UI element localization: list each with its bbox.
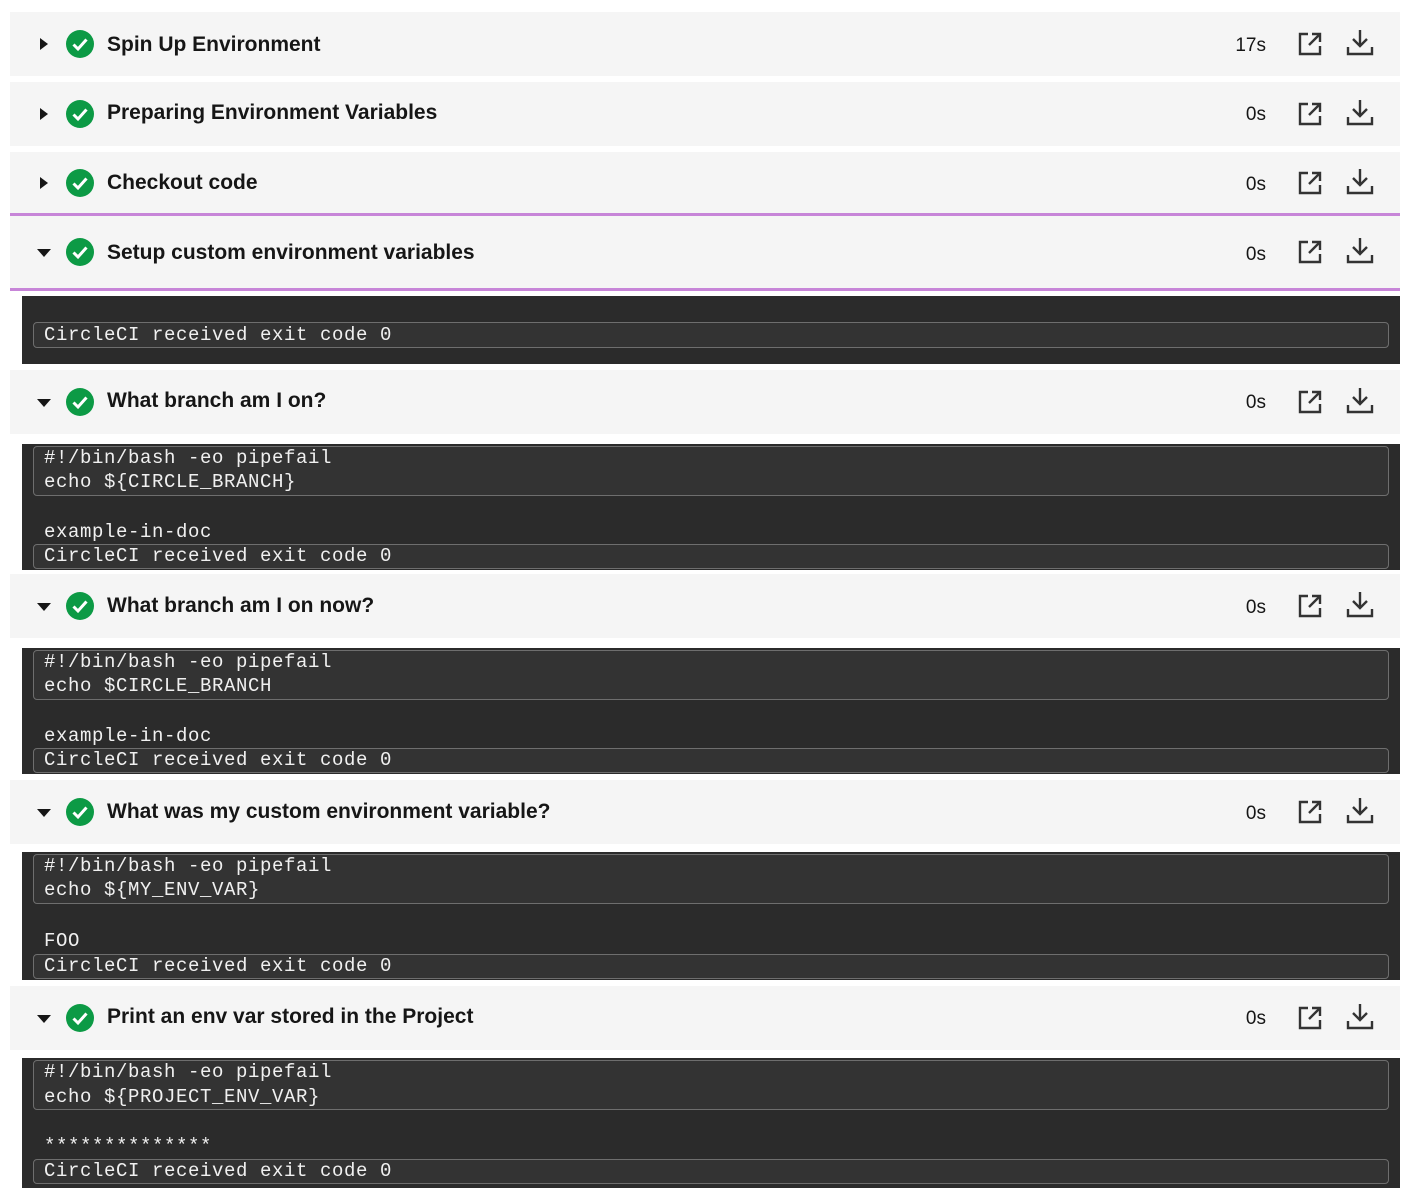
command-line: #!/bin/bash -eo pipefail: [44, 855, 333, 877]
open-external-icon[interactable]: [1294, 796, 1326, 828]
exit-code-line: CircleCI received exit code 0: [44, 324, 393, 346]
check-circle-icon: [66, 1004, 94, 1032]
caret-down-icon[interactable]: [34, 242, 54, 262]
caret-down-icon[interactable]: [34, 1008, 54, 1028]
caret-down-icon[interactable]: [34, 392, 54, 412]
open-external-icon[interactable]: [1294, 386, 1326, 418]
open-external-icon[interactable]: [1294, 236, 1326, 268]
step-title: Setup custom environment variables: [107, 241, 475, 264]
output-line: FOO: [44, 930, 81, 952]
step-duration: 0s: [1245, 392, 1266, 413]
caret-right-icon[interactable]: [34, 104, 54, 124]
command-line: echo ${PROJECT_ENV_VAR}: [44, 1086, 321, 1108]
caret-right-icon[interactable]: [34, 173, 54, 193]
check-circle-icon: [66, 592, 94, 620]
download-icon[interactable]: [1344, 26, 1376, 58]
open-external-icon[interactable]: [1294, 590, 1326, 622]
step-row[interactable]: Spin Up Environment 17s: [10, 12, 1400, 76]
step-output: #!/bin/bash -eo pipefail echo ${PROJECT_…: [22, 1058, 1400, 1188]
step-duration: 0s: [1245, 1008, 1266, 1029]
step-row[interactable]: Preparing Environment Variables 0s: [10, 82, 1400, 146]
step-title: What was my custom environment variable?: [107, 800, 551, 823]
caret-right-icon[interactable]: [34, 34, 54, 54]
download-icon[interactable]: [1344, 588, 1376, 620]
command-line: #!/bin/bash -eo pipefail: [44, 651, 333, 673]
step-row[interactable]: What branch am I on now? 0s: [10, 574, 1400, 638]
step-row[interactable]: Print an env var stored in the Project 0…: [10, 986, 1400, 1050]
step-row[interactable]: What branch am I on? 0s: [10, 370, 1400, 434]
check-circle-icon: [66, 100, 94, 128]
step-row-selected[interactable]: Setup custom environment variables 0s: [10, 213, 1400, 291]
exit-code-line: CircleCI received exit code 0: [44, 749, 393, 771]
step-title: What branch am I on?: [107, 389, 327, 412]
check-circle-icon: [66, 30, 94, 58]
step-output: CircleCI received exit code 0: [22, 296, 1400, 364]
download-icon[interactable]: [1344, 794, 1376, 826]
open-external-icon[interactable]: [1294, 28, 1326, 60]
caret-down-icon[interactable]: [34, 596, 54, 616]
step-title: Checkout code: [107, 171, 258, 194]
step-row[interactable]: Checkout code 0s: [10, 152, 1400, 214]
download-icon[interactable]: [1344, 1000, 1376, 1032]
download-icon[interactable]: [1344, 96, 1376, 128]
step-output: #!/bin/bash -eo pipefail echo ${MY_ENV_V…: [22, 852, 1400, 980]
open-external-icon[interactable]: [1294, 167, 1326, 199]
step-duration: 0s: [1245, 803, 1266, 824]
download-icon[interactable]: [1344, 165, 1376, 197]
step-duration: 17s: [1235, 35, 1266, 56]
command-line: echo $CIRCLE_BRANCH: [44, 675, 273, 697]
output-line: **************: [44, 1135, 213, 1157]
check-circle-icon: [66, 169, 94, 197]
exit-code-line: CircleCI received exit code 0: [44, 545, 393, 567]
open-external-icon[interactable]: [1294, 1002, 1326, 1034]
check-circle-icon: [66, 238, 94, 266]
command-line: #!/bin/bash -eo pipefail: [44, 1061, 333, 1083]
step-title: What branch am I on now?: [107, 594, 375, 617]
step-row[interactable]: What was my custom environment variable?…: [10, 780, 1400, 844]
step-title: Spin Up Environment: [107, 33, 321, 56]
download-icon[interactable]: [1344, 234, 1376, 266]
exit-code-line: CircleCI received exit code 0: [44, 955, 393, 977]
step-title: Print an env var stored in the Project: [107, 1005, 474, 1028]
output-line: example-in-doc: [44, 725, 213, 747]
open-external-icon[interactable]: [1294, 98, 1326, 130]
step-duration: 0s: [1245, 174, 1266, 195]
exit-code-line: CircleCI received exit code 0: [44, 1160, 393, 1182]
step-title: Preparing Environment Variables: [107, 101, 438, 124]
command-line: echo ${MY_ENV_VAR}: [44, 879, 261, 901]
step-output: #!/bin/bash -eo pipefail echo $CIRCLE_BR…: [22, 648, 1400, 774]
command-line: echo ${CIRCLE_BRANCH}: [44, 471, 297, 493]
command-line: #!/bin/bash -eo pipefail: [44, 447, 333, 469]
download-icon[interactable]: [1344, 384, 1376, 416]
step-output: #!/bin/bash -eo pipefail echo ${CIRCLE_B…: [22, 444, 1400, 570]
step-duration: 0s: [1245, 597, 1266, 618]
check-circle-icon: [66, 388, 94, 416]
step-duration: 0s: [1245, 244, 1266, 265]
check-circle-icon: [66, 798, 94, 826]
output-line: example-in-doc: [44, 521, 213, 543]
caret-down-icon[interactable]: [34, 802, 54, 822]
step-duration: 0s: [1245, 104, 1266, 125]
